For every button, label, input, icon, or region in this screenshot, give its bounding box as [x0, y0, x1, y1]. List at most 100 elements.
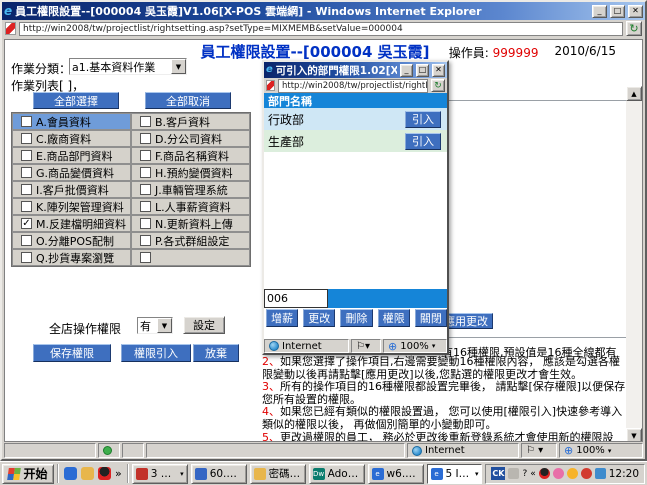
checkbox[interactable] [21, 235, 32, 246]
permission-cell[interactable]: G.商品變價資料 [12, 164, 131, 181]
permission-cell[interactable]: O.分離POS配制 [12, 232, 131, 249]
checkbox[interactable] [140, 218, 151, 229]
taskbar-button[interactable]: 60.248.... [191, 464, 247, 484]
mail-quicklaunch-icon[interactable] [81, 467, 94, 480]
checkbox[interactable] [21, 150, 32, 161]
popup-action-button[interactable]: 增薪 [266, 309, 298, 327]
help-icon[interactable]: ? [522, 469, 527, 479]
clock: 12:20 [609, 468, 639, 480]
import-button[interactable]: 引入 [405, 133, 441, 150]
store-permission-value: 有 [140, 318, 151, 334]
import-button[interactable]: 引入 [405, 111, 441, 128]
popup-title: 可引入的部門權限1.02[X-POS 雲... [276, 63, 397, 78]
checkbox[interactable] [140, 116, 151, 127]
permission-cell[interactable]: L.人事薪資資料 [131, 198, 250, 215]
popup-action-button[interactable]: 關閉 [415, 309, 447, 327]
close-button[interactable]: ✕ [432, 64, 445, 77]
minimize-button[interactable]: _ [592, 5, 607, 18]
refresh-go-icon[interactable]: ↻ [626, 21, 642, 36]
chevron-down-icon[interactable]: ▼ [171, 59, 186, 74]
permission-cell[interactable]: H.預約變價資料 [131, 164, 250, 181]
taskbar-button[interactable]: DwAdobe D... [309, 464, 365, 484]
permission-cell[interactable] [131, 249, 250, 266]
permission-cell[interactable]: E.商品部門資料 [12, 147, 131, 164]
checkbox[interactable]: ✓ [21, 218, 32, 229]
quick-launch-more-icon[interactable]: » [115, 467, 122, 480]
start-button[interactable]: 开始 [2, 464, 54, 484]
checkbox[interactable] [21, 116, 32, 127]
address-input[interactable]: http://win2008/tw/projectlist/rightsetti… [19, 22, 623, 36]
taskbar-button[interactable]: 密碼等... [250, 464, 306, 484]
clear-all-button[interactable]: 全部取消 [145, 92, 231, 109]
checkbox[interactable] [21, 133, 32, 144]
taskbar-button[interactable]: ew6.系統... [368, 464, 424, 484]
checkbox[interactable] [140, 201, 151, 212]
refresh-go-icon[interactable]: ↻ [431, 79, 445, 92]
scroll-down-icon[interactable]: ▼ [626, 428, 642, 442]
store-permission-select[interactable]: 有 ▼ [137, 317, 173, 334]
instruction-text: 更改過權限的員工， 務必於更改後重新登錄系統才會使用新的權限設定。 [262, 431, 614, 442]
popup-action-button[interactable]: 權限 [378, 309, 410, 327]
checkbox[interactable] [140, 167, 151, 178]
permission-import-button[interactable]: 權限引入 [121, 344, 191, 362]
tray-icon[interactable] [581, 468, 592, 479]
permission-cell[interactable]: F.商品名稱資料 [131, 147, 250, 164]
permission-cell[interactable]: B.客戶資料 [131, 113, 250, 130]
maximize-button[interactable]: □ [416, 64, 429, 77]
checkbox[interactable] [140, 184, 151, 195]
save-permission-button[interactable]: 保存權限 [33, 344, 111, 362]
permission-cell[interactable]: J.車輛管理系統 [131, 181, 250, 198]
permission-label: F.商品名稱資料 [155, 148, 229, 164]
popup-action-button[interactable]: 更改 [303, 309, 335, 327]
qq-quicklaunch-icon[interactable] [98, 467, 111, 480]
permission-cell[interactable]: ✓M.反建檔明細資料 [12, 215, 131, 232]
checkbox[interactable] [140, 235, 151, 246]
taskbar-button[interactable]: e5 Inte...▾ [427, 464, 483, 484]
printer-icon[interactable] [508, 468, 519, 479]
popup-address-input[interactable]: http://win2008/tw/projectlist/rightMode [278, 79, 428, 93]
qq-tray-icon[interactable] [539, 468, 550, 479]
permission-cell[interactable]: N.更新資料上傳 [131, 215, 250, 232]
protected-mode-cell[interactable]: ⚐▾ [351, 339, 381, 353]
checkbox[interactable] [21, 201, 32, 212]
input-method-icon[interactable]: CK [491, 467, 505, 480]
checkbox[interactable] [21, 167, 32, 178]
checkbox[interactable] [21, 252, 32, 263]
protected-mode-cell[interactable]: ⚐ ▾ [521, 443, 557, 458]
popup-action-button[interactable]: 刪除 [340, 309, 372, 327]
select-all-button[interactable]: 全部選擇 [33, 92, 119, 109]
collapse-tray-icon[interactable]: « [530, 469, 536, 479]
department-code-input[interactable] [264, 289, 328, 308]
instruction-list: 2、如果您選擇了操作項目,右邊需要變動16種權限內容， 應該是勾選各權限變動以後… [262, 356, 630, 442]
checkbox[interactable] [21, 184, 32, 195]
checkbox[interactable] [140, 150, 151, 161]
permission-cell[interactable]: Q.抄貨專案瀏覽 [12, 249, 131, 266]
permission-cell[interactable]: D.分公司資料 [131, 130, 250, 147]
close-button[interactable]: ✕ [628, 5, 643, 18]
checkbox[interactable] [140, 133, 151, 144]
instruction-number: 3、 [262, 380, 280, 393]
set-button[interactable]: 設定 [183, 316, 225, 334]
category-select[interactable]: a1.基本資料作業 ▼ [69, 58, 187, 75]
zoom-control[interactable]: ⊕ 100% ▾ [383, 339, 447, 353]
network-tray-icon[interactable] [595, 468, 606, 479]
discard-button[interactable]: 放棄 [193, 344, 239, 362]
chevron-down-icon[interactable]: ▼ [157, 318, 172, 333]
permission-cell[interactable]: K.陣列架管理資料 [12, 198, 131, 215]
start-label: 开始 [23, 465, 47, 482]
tray-icon[interactable] [567, 468, 578, 479]
maximize-button[interactable]: □ [610, 5, 625, 18]
permission-cell[interactable]: I.客戶批價資料 [12, 181, 131, 198]
permission-cell[interactable]: P.各式群組設定 [131, 232, 250, 249]
messenger-tray-icon[interactable] [553, 468, 564, 479]
zoom-control[interactable]: ⊕ 100% ▾ [559, 443, 643, 458]
taskbar-button[interactable]: 3 新浪UC▾ [132, 464, 188, 484]
checkbox[interactable] [140, 252, 151, 263]
permission-cell[interactable]: A.會員資料 [12, 113, 131, 130]
ie-quicklaunch-icon[interactable] [64, 467, 77, 480]
scroll-up-icon[interactable]: ▲ [626, 86, 642, 101]
vertical-scrollbar[interactable]: ▲ ▼ [626, 86, 642, 442]
minimize-button[interactable]: _ [400, 64, 413, 77]
permission-cell[interactable]: C.廠商資料 [12, 130, 131, 147]
operator-id: 999999 [493, 46, 539, 60]
